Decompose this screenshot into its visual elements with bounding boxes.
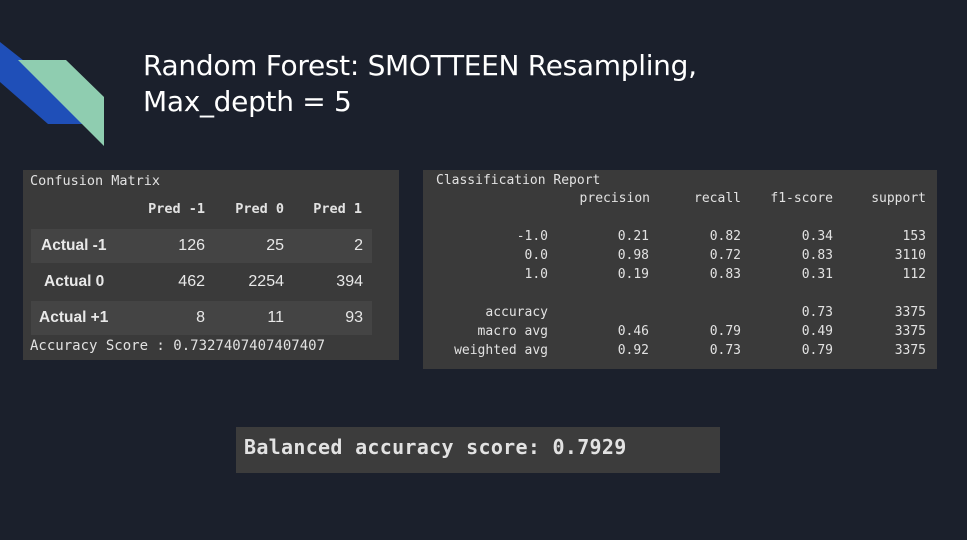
header-support: support (871, 191, 926, 206)
classification-report-panel: Classification Report precision recall f… (423, 170, 937, 369)
column-header-pred-minus-1: Pred -1 (148, 201, 205, 217)
support-value: 3375 (894, 324, 926, 339)
table-row: Actual +1 8 11 93 (31, 301, 372, 335)
precision-value: 0.98 (617, 248, 649, 263)
f1-value: 0.34 (801, 229, 833, 244)
cell-value: 25 (266, 237, 284, 254)
precision-value: 0.46 (617, 324, 649, 339)
cell-value: 2254 (248, 273, 284, 290)
confusion-matrix-panel: Confusion Matrix Pred -1 Pred 0 Pred 1 A… (23, 170, 399, 360)
classification-report-title: Classification Report (436, 173, 601, 188)
slide-title: Random Forest: SMOTTEEN Resampling, Max_… (143, 48, 697, 120)
slide-title-line-1: Random Forest: SMOTTEEN Resampling, (143, 49, 697, 82)
precision-value: 0.92 (617, 343, 649, 358)
row-label: Actual 0 (44, 273, 105, 290)
row-label: Actual +1 (39, 309, 109, 326)
f1-value: 0.79 (801, 343, 833, 358)
report-row-label: macro avg (477, 324, 548, 339)
report-row-label: 0.0 (524, 248, 548, 263)
support-value: 153 (902, 229, 926, 244)
header-f1-score: f1-score (770, 191, 833, 206)
cell-value: 462 (178, 273, 205, 290)
f1-value: 0.73 (801, 305, 833, 320)
recall-value: 0.73 (709, 343, 741, 358)
header-recall: recall (694, 191, 741, 206)
report-row-label: -1.0 (516, 229, 548, 244)
support-value: 112 (902, 267, 926, 282)
confusion-matrix-title: Confusion Matrix (30, 173, 161, 189)
column-header-pred-0: Pred 0 (235, 201, 284, 217)
f1-value: 0.83 (801, 248, 833, 263)
recall-value: 0.79 (709, 324, 741, 339)
f1-value: 0.49 (801, 324, 833, 339)
table-row: Actual -1 126 25 2 (31, 229, 372, 263)
accuracy-score-text: Accuracy Score : 0.7327407407407407 (30, 338, 326, 354)
balanced-accuracy-text: Balanced accuracy score: 0.7929 (244, 435, 627, 459)
cell-value: 11 (267, 309, 284, 326)
header-precision: precision (579, 191, 650, 206)
column-header-pred-1: Pred 1 (313, 201, 362, 217)
report-row-label: weighted avg (454, 343, 548, 358)
slide-title-line-2: Max_depth = 5 (143, 85, 352, 118)
report-row-label: accuracy (485, 305, 548, 320)
f1-value: 0.31 (801, 267, 833, 282)
report-row-label: 1.0 (524, 267, 548, 282)
recall-value: 0.82 (709, 229, 741, 244)
corner-decoration (0, 42, 104, 146)
balanced-accuracy-box: Balanced accuracy score: 0.7929 (236, 427, 720, 473)
recall-value: 0.72 (709, 248, 741, 263)
cell-value: 8 (196, 309, 205, 326)
cell-value: 394 (336, 273, 363, 290)
support-value: 3375 (894, 305, 926, 320)
row-label: Actual -1 (41, 237, 107, 254)
support-value: 3375 (894, 343, 926, 358)
table-row: Actual 0 462 2254 394 (31, 265, 372, 299)
precision-value: 0.21 (617, 229, 649, 244)
recall-value: 0.83 (709, 267, 741, 282)
cell-value: 126 (178, 237, 205, 254)
support-value: 3110 (894, 248, 926, 263)
precision-value: 0.19 (617, 267, 649, 282)
cell-value: 2 (354, 237, 363, 254)
cell-value: 93 (345, 309, 363, 326)
